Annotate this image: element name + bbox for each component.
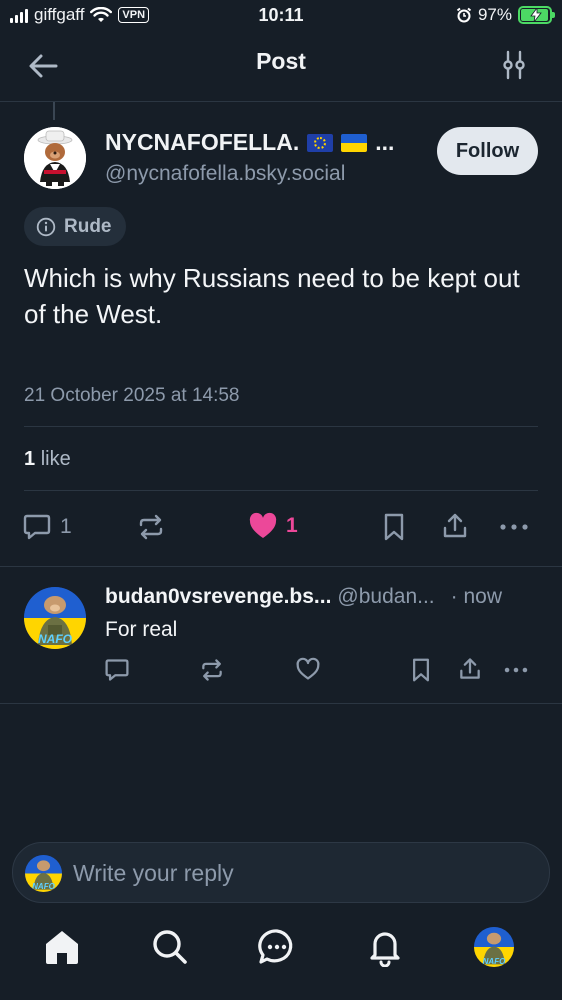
author-name-row[interactable]: NYCNAFOFELLA. ...: [105, 129, 394, 156]
status-right: 97%: [456, 5, 555, 25]
nafo-avatar-text: NAFO: [482, 957, 506, 966]
reply-button[interactable]: 1: [22, 512, 72, 542]
tab-chat[interactable]: [257, 927, 297, 967]
reply-like-button[interactable]: [295, 657, 321, 681]
like-button[interactable]: 1: [248, 512, 298, 540]
my-avatar: NAFO: [25, 855, 62, 892]
heart-filled-icon: [249, 512, 277, 538]
info-icon: [36, 217, 56, 236]
more-horizontal-icon: [504, 667, 528, 673]
reply-reply-button[interactable]: [104, 657, 130, 683]
comment-icon: [105, 659, 129, 681]
ukraine-flag-icon: [341, 133, 368, 152]
reply-input-placeholder[interactable]: Write your reply: [73, 860, 234, 887]
bell-icon: [370, 932, 400, 967]
divider: [0, 566, 562, 567]
reply-share-button[interactable]: [457, 656, 483, 682]
sliders-icon: [503, 50, 525, 80]
repost-icon: [139, 514, 163, 540]
reply-bookmark-button[interactable]: [409, 657, 433, 683]
more-options-button[interactable]: [498, 512, 530, 542]
reply-time: · now: [450, 585, 502, 608]
content-label-text: Rude: [64, 215, 112, 237]
repost-button[interactable]: [136, 512, 166, 542]
bookmark-icon: [384, 513, 404, 541]
reply-header: budan0vsrevenge.bs... @budan... · now: [105, 585, 502, 609]
follow-button[interactable]: Follow: [437, 127, 538, 175]
post-header: Post: [0, 34, 562, 102]
heart-outline-icon: [296, 657, 320, 680]
divider: [24, 426, 538, 427]
author-avatar[interactable]: [24, 127, 86, 189]
share-icon: [460, 658, 480, 679]
thread-connector-line: [53, 102, 55, 120]
comment-icon: [23, 514, 51, 540]
tab-home[interactable]: [42, 927, 82, 967]
likes-summary[interactable]: 1 like: [24, 448, 71, 471]
tab-profile[interactable]: NAFO: [474, 927, 514, 967]
divider: [0, 703, 562, 704]
page-title: Post: [256, 48, 306, 74]
reply-author-name[interactable]: budan0vsrevenge.bs...: [105, 585, 331, 609]
post-date: 21 October 2025 at 14:58: [24, 385, 240, 406]
reply-author-avatar[interactable]: NAFO: [24, 587, 86, 649]
post-text: Which is why Russians need to be kept ou…: [24, 263, 520, 329]
reply-author-handle[interactable]: @budan...: [337, 585, 434, 609]
content-label-badge[interactable]: Rude: [24, 207, 126, 246]
battery-percent: 97%: [477, 5, 512, 24]
author-handle[interactable]: @nycnafofella.bsky.social: [105, 162, 345, 186]
battery-icon: [518, 6, 555, 24]
bookmark-button[interactable]: [380, 512, 408, 542]
search-icon: [153, 930, 187, 964]
chat-icon: [258, 929, 293, 964]
home-icon: [46, 931, 78, 964]
divider: [24, 490, 538, 491]
tab-search[interactable]: [150, 927, 190, 967]
author-name-ellipsis: ...: [375, 129, 395, 155]
nafo-avatar-text: NAFO: [32, 882, 55, 891]
reply-composer[interactable]: NAFO Write your reply: [12, 842, 550, 903]
alarm-icon: [456, 7, 472, 23]
thread-settings-button[interactable]: [500, 50, 528, 80]
reply-text: For real: [105, 618, 178, 641]
share-icon: [443, 513, 467, 538]
like-count: 1: [286, 514, 298, 537]
author-name[interactable]: NYCNAFOFELLA.: [105, 129, 299, 156]
repost-icon: [202, 659, 222, 681]
more-horizontal-icon: [500, 524, 528, 530]
nafo-avatar-text: NAFO: [38, 632, 72, 646]
reply-more-options-button[interactable]: [503, 657, 529, 683]
reply-repost-button[interactable]: [199, 657, 225, 683]
tab-notifications[interactable]: [365, 927, 405, 967]
likes-count: 1: [24, 448, 36, 470]
reply-count: 1: [60, 515, 72, 538]
status-bar: giffgaff VPN 10:11 97%: [0, 0, 562, 34]
bookmark-icon: [413, 658, 429, 682]
likes-label: like: [40, 448, 71, 470]
eu-flag-icon: [307, 133, 334, 152]
share-button[interactable]: [440, 511, 470, 541]
